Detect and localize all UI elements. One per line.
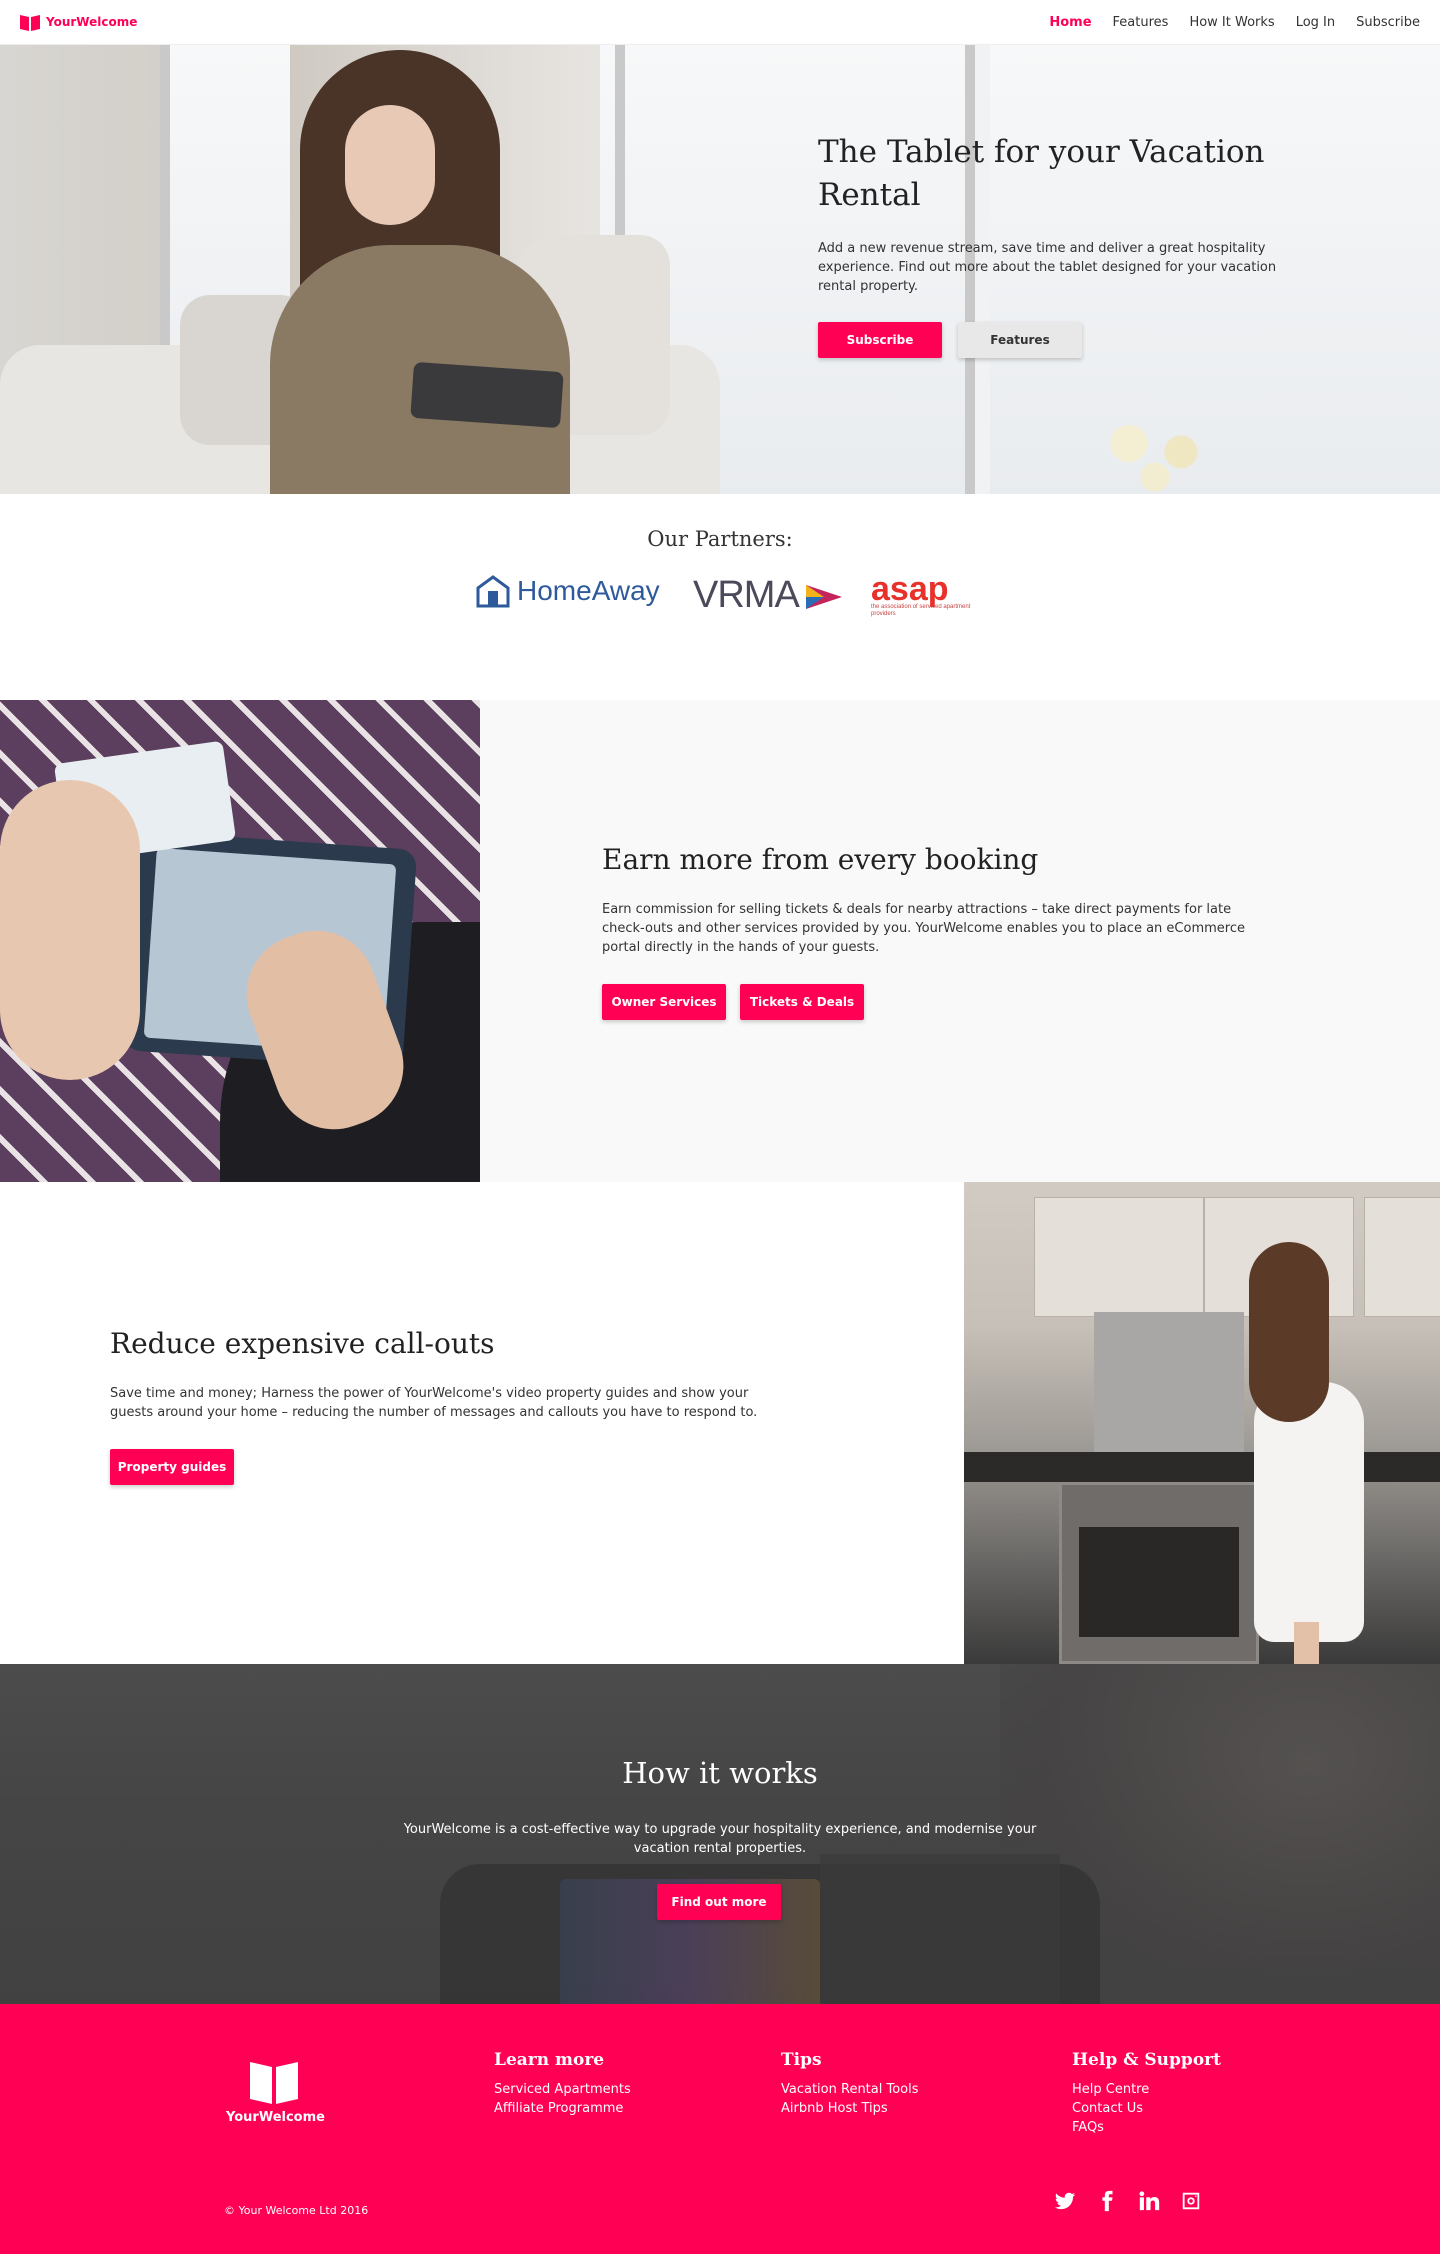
nav-home[interactable]: Home [1049, 15, 1091, 30]
instagram-icon[interactable] [1180, 2190, 1202, 2212]
social-links [1054, 2190, 1202, 2212]
hero-woman-face [345, 105, 435, 225]
footer-tips: Tips Vacation Rental Tools Airbnb Host T… [781, 2050, 919, 2118]
kitchen-image [964, 1182, 1440, 1664]
image-cabinet [1034, 1197, 1204, 1317]
features-button[interactable]: Features [958, 322, 1082, 358]
footer-link-serviced-apartments[interactable]: Serviced Apartments [494, 2080, 631, 2099]
image-hand [0, 780, 140, 1080]
vrma-text: VRMA [693, 574, 798, 616]
footer-help: Help & Support Help Centre Contact Us FA… [1072, 2050, 1221, 2137]
nav-subscribe[interactable]: Subscribe [1356, 15, 1420, 30]
nav-how-it-works[interactable]: How It Works [1189, 15, 1274, 30]
house-icon [476, 575, 510, 608]
how-it-works-section: How it works YourWelcome is a cost-effec… [0, 1664, 1440, 2004]
hero-buttons: Subscribe Features [818, 322, 1288, 358]
asap-logo[interactable]: asap the association of serviced apartme… [871, 572, 975, 618]
partner-logos: HomeAway VRMA asap the association of se… [475, 572, 975, 624]
footer-link-contact-us[interactable]: Contact Us [1072, 2099, 1221, 2118]
how-description: YourWelcome is a cost-effective way to u… [403, 1822, 1037, 1856]
image-counter [964, 1452, 1440, 1482]
reduce-text: Reduce expensive call-outs Save time and… [110, 1327, 780, 1485]
hero-flowers [1090, 410, 1220, 494]
homeaway-text: HomeAway [517, 575, 660, 606]
footer-help-title: Help & Support [1072, 2050, 1221, 2070]
earn-description: Earn commission for selling tickets & de… [602, 902, 1245, 955]
image-woman-hair [1249, 1242, 1329, 1422]
brand-name: YourWelcome [46, 15, 138, 29]
nav-features[interactable]: Features [1113, 15, 1169, 30]
book-icon [250, 2062, 298, 2104]
footer-learn-more: Learn more Serviced Apartments Affiliate… [494, 2050, 631, 2118]
vrma-arrow-icon [806, 584, 843, 609]
site-header: YourWelcome Home Features How It Works L… [0, 0, 1440, 45]
asap-subtext: the association of serviced apartment pr… [871, 604, 971, 617]
partners-title: Our Partners: [647, 527, 793, 551]
reduce-section: Reduce expensive call-outs Save time and… [0, 1182, 1440, 1664]
homeaway-logo[interactable]: HomeAway [475, 574, 660, 608]
book-icon [20, 15, 40, 31]
footer-learn-title: Learn more [494, 2050, 605, 2070]
hero-description: Add a new revenue stream, save time and … [818, 241, 1277, 294]
property-guides-button[interactable]: Property guides [110, 1449, 234, 1485]
footer-link-help-centre[interactable]: Help Centre [1072, 2080, 1221, 2099]
partners-section: Our Partners: HomeAway VRMA asap the ass… [0, 494, 1440, 700]
image-cabinet [1364, 1197, 1440, 1317]
twitter-icon[interactable] [1054, 2190, 1076, 2212]
earn-title: Earn more from every booking [602, 843, 1039, 876]
hero-section: The Tablet for your Vacation Rental Add … [0, 45, 1440, 494]
footer-tips-title: Tips [781, 2050, 822, 2070]
image-oven-window [1079, 1527, 1239, 1637]
footer-link-airbnb-host-tips[interactable]: Airbnb Host Tips [781, 2099, 919, 2118]
hero-content: The Tablet for your Vacation Rental Add … [818, 131, 1288, 358]
facebook-icon[interactable] [1096, 2190, 1118, 2212]
footer-link-faqs[interactable]: FAQs [1072, 2118, 1221, 2137]
how-content: How it works YourWelcome is a cost-effec… [0, 1664, 1440, 2004]
tickets-deals-button[interactable]: Tickets & Deals [740, 984, 864, 1020]
footer-link-vacation-rental-tools[interactable]: Vacation Rental Tools [781, 2080, 919, 2099]
linkedin-icon[interactable] [1138, 2190, 1160, 2212]
subscribe-button[interactable]: Subscribe [818, 322, 942, 358]
owner-services-button[interactable]: Owner Services [602, 984, 726, 1020]
vrma-logo[interactable]: VRMA [693, 574, 843, 617]
main-nav: Home Features How It Works Log In Subscr… [1049, 15, 1420, 30]
footer-link-affiliate-programme[interactable]: Affiliate Programme [494, 2099, 631, 2118]
hero-title: The Tablet for your Vacation Rental [818, 134, 1265, 213]
footer-brand-name: YourWelcome [226, 2110, 325, 2125]
footer-logo[interactable]: YourWelcome [226, 2058, 325, 2125]
image-splashback [1094, 1312, 1244, 1452]
reduce-buttons: Property guides [110, 1449, 780, 1485]
reduce-description: Save time and money; Harness the power o… [110, 1386, 758, 1420]
earn-buttons: Owner Services Tickets & Deals [602, 984, 1252, 1020]
image-woman-dress [1254, 1382, 1364, 1642]
hero-tablet [410, 361, 564, 429]
earn-section: Earn more from every booking Earn commis… [0, 700, 1440, 1182]
copyright: © Your Welcome Ltd 2016 [224, 2204, 369, 2217]
brand-logo[interactable]: YourWelcome [20, 13, 137, 31]
how-title: How it works [622, 1756, 818, 1790]
find-out-more-button[interactable]: Find out more [657, 1884, 781, 1920]
image-woman-leg [1294, 1622, 1319, 1664]
tablet-payment-image [0, 700, 480, 1182]
site-footer: YourWelcome Learn more Serviced Apartmen… [0, 2004, 1440, 2254]
nav-log-in[interactable]: Log In [1296, 15, 1335, 30]
earn-text: Earn more from every booking Earn commis… [602, 843, 1252, 1020]
asap-text: asap [871, 570, 949, 608]
reduce-title: Reduce expensive call-outs [110, 1327, 495, 1360]
